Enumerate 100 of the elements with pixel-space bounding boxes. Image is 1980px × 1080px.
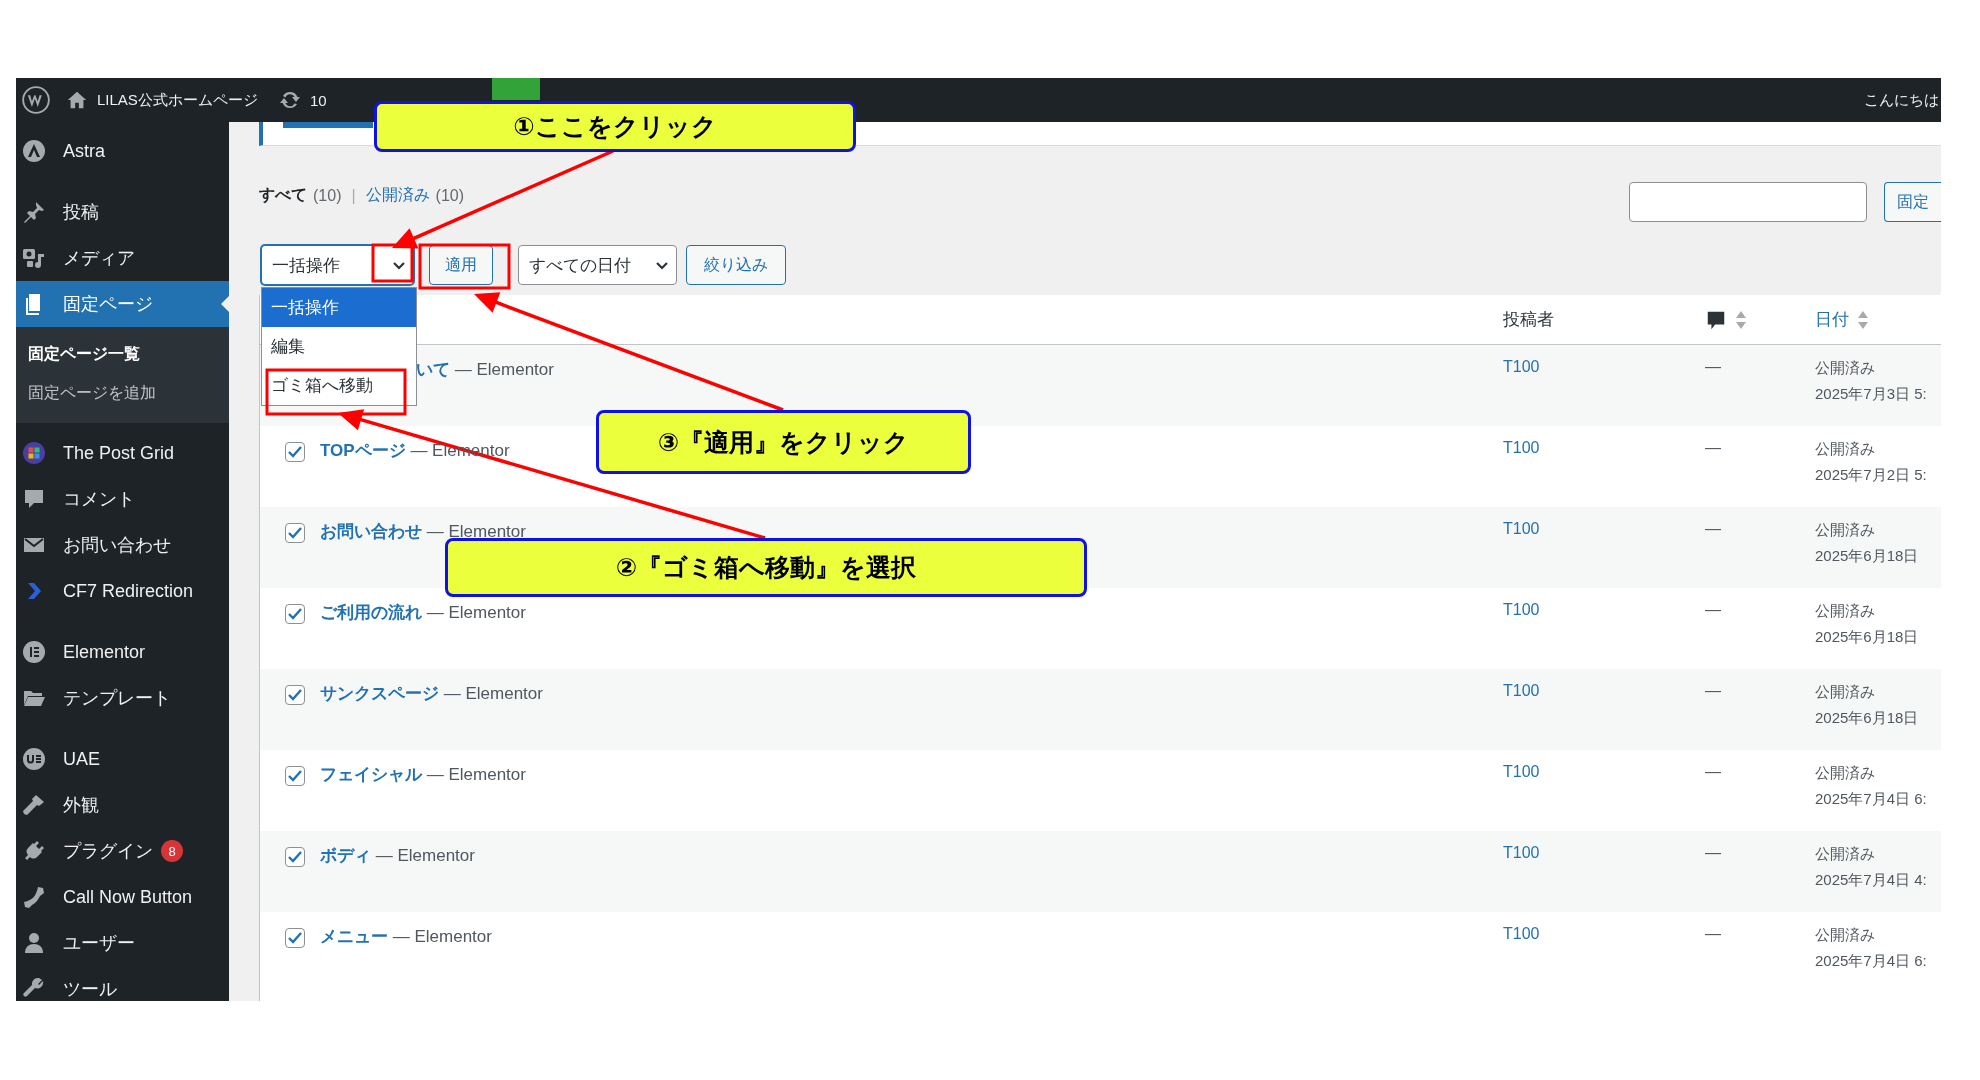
sidebar-item[interactable]: ユーザー: [16, 920, 229, 966]
dropdown-option[interactable]: 編集: [262, 327, 416, 366]
view-filter-link[interactable]: すべて: [259, 185, 307, 206]
user-icon: [22, 931, 46, 955]
row-checkbox[interactable]: [285, 442, 305, 462]
sidebar-item[interactable]: UAE: [16, 736, 229, 782]
update-count[interactable]: 10: [309, 91, 327, 109]
page-type-text: — Elementor: [426, 522, 526, 541]
column-header: 投稿者: [1503, 309, 1554, 331]
page-title-link[interactable]: いて: [416, 360, 450, 379]
status-text: 公開済み: [1815, 682, 1876, 702]
sidebar-item[interactable]: Call Now Button: [16, 874, 229, 920]
row-checkbox[interactable]: [285, 928, 305, 948]
author-link[interactable]: T100: [1503, 358, 1540, 375]
author-link[interactable]: T100: [1503, 844, 1540, 861]
count-badge: 8: [161, 840, 183, 862]
comment-count: —: [1705, 844, 1721, 861]
author-link[interactable]: T100: [1503, 601, 1540, 618]
view-filter-link[interactable]: 公開済み: [365, 185, 430, 206]
status-text: 公開済み: [1815, 925, 1876, 945]
callout-box: ③『適用』をクリック: [596, 410, 971, 474]
author-link[interactable]: T100: [1503, 520, 1540, 537]
highlight-frame: [371, 243, 414, 283]
view-count: (10): [435, 186, 465, 205]
sidebar-item[interactable]: CF7 Redirection: [16, 568, 229, 614]
row-checkbox[interactable]: [285, 847, 305, 867]
sidebar-item[interactable]: プラグイン 8: [16, 828, 229, 874]
page-type-text: — Elementor: [392, 927, 492, 946]
separator-text: |: [351, 186, 356, 205]
page-title-link[interactable]: TOPページ: [320, 441, 406, 460]
sidebar-item[interactable]: お問い合わせ: [16, 522, 229, 568]
page-title-link[interactable]: お問い合わせ: [320, 522, 422, 541]
date-text: 2025年7月4日 6:: [1815, 789, 1928, 809]
bulk-action-select[interactable]: 一括操作: [261, 245, 414, 285]
home-icon[interactable]: [66, 89, 88, 111]
sidebar-item[interactable]: 外観: [16, 782, 229, 828]
comment-count: —: [1705, 439, 1721, 456]
date-text: 2025年7月4日 4:: [1815, 870, 1928, 890]
date-text: 2025年6月18日: [1815, 627, 1920, 647]
logo-icon: [22, 747, 46, 771]
submenu-item[interactable]: 固定ページを追加: [16, 374, 229, 413]
sidebar-item[interactable]: テンプレート: [16, 675, 229, 721]
status-text: 公開済み: [1815, 520, 1876, 540]
sidebar-item[interactable]: The Post Grid: [16, 430, 229, 476]
status-text: 公開済み: [1815, 844, 1876, 864]
status-text: 公開済み: [1815, 439, 1876, 459]
author-link[interactable]: T100: [1503, 439, 1540, 456]
date-text: 2025年7月4日 6:: [1815, 951, 1928, 971]
date-filter-select[interactable]: すべての日付: [518, 245, 677, 285]
comment-count: —: [1705, 358, 1721, 375]
comment-count: —: [1705, 682, 1721, 699]
callout-box: ②『ゴミ箱へ移動』を選択: [445, 538, 1087, 597]
page-type-text: — Elementor: [443, 684, 543, 703]
site-name-link[interactable]: LILAS公式ホームページ: [97, 90, 258, 110]
date-text: 2025年7月2日 5:: [1815, 465, 1928, 485]
sidebar-item[interactable]: Elementor: [16, 629, 229, 675]
page-title-link[interactable]: ご利用の流れ: [320, 603, 422, 622]
comment-count: —: [1705, 925, 1721, 942]
comment-icon: [22, 487, 46, 511]
greeting-text[interactable]: こんにちは: [1864, 90, 1941, 110]
brush-icon: [22, 793, 46, 817]
row-checkbox[interactable]: [285, 523, 305, 543]
sidebar-item[interactable]: 固定ページ: [16, 281, 229, 327]
submenu-item[interactable]: 固定ページ一覧: [16, 335, 229, 374]
page-title-link[interactable]: メニュー: [320, 927, 388, 946]
dropdown-option[interactable]: ゴミ箱へ移動: [262, 366, 416, 405]
sidebar-item[interactable]: コメント: [16, 476, 229, 522]
page-title-link[interactable]: ボディ: [320, 846, 371, 865]
media-icon: [22, 246, 46, 270]
row-checkbox[interactable]: [285, 685, 305, 705]
page-title-link[interactable]: サンクスページ: [320, 684, 439, 703]
dropdown-option[interactable]: 一括操作: [262, 288, 416, 327]
sidebar-item[interactable]: ツール: [16, 966, 229, 1001]
author-link[interactable]: T100: [1503, 763, 1540, 780]
view-count: (10): [313, 186, 342, 205]
sidebar-item[interactable]: 投稿: [16, 189, 229, 235]
pin-icon: [22, 200, 46, 224]
row-checkbox[interactable]: [285, 604, 305, 624]
page-title-link[interactable]: フェイシャル: [320, 765, 422, 784]
logo-icon: [22, 640, 46, 664]
sidebar-item[interactable]: Astra: [16, 128, 229, 174]
filter-button[interactable]: 絞り込み: [686, 245, 786, 285]
status-text: 公開済み: [1815, 601, 1876, 621]
page-type-text: — Elementor: [454, 360, 554, 379]
author-link[interactable]: T100: [1503, 925, 1540, 942]
search-button[interactable]: 固定: [1884, 182, 1941, 222]
logo-icon[interactable]: [22, 86, 50, 114]
column-sort-link[interactable]: 日付: [1815, 308, 1849, 331]
author-link[interactable]: T100: [1503, 682, 1540, 699]
date-text: 2025年7月3日 5:: [1815, 384, 1928, 404]
logo-icon: [22, 139, 46, 163]
apply-button[interactable]: 適用: [429, 245, 493, 285]
grid-logo-icon: [22, 441, 46, 465]
page-type-text: — Elementor: [375, 846, 475, 865]
date-text: 2025年6月18日: [1815, 708, 1920, 728]
row-checkbox[interactable]: [285, 766, 305, 786]
search-field[interactable]: [1629, 182, 1867, 222]
callout-box: ①ここをクリック: [374, 101, 856, 152]
sidebar-item[interactable]: メディア: [16, 235, 229, 281]
phone-icon: [22, 885, 46, 909]
